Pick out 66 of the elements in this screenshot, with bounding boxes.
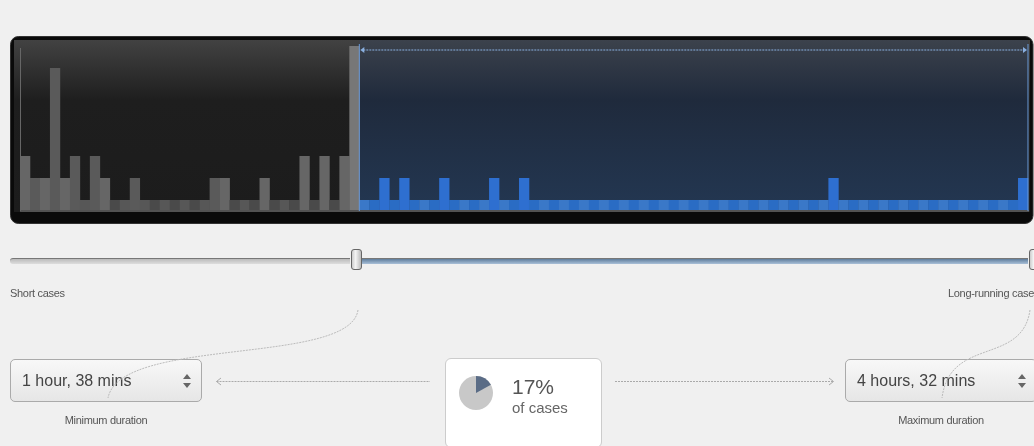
histogram-bar [998, 200, 1009, 210]
histogram-bar [948, 200, 959, 210]
histogram-bar [279, 200, 290, 210]
duration-select[interactable]: 4 hours, 32 mins [845, 359, 1034, 402]
histogram-bar [718, 200, 729, 210]
histogram-bar [778, 200, 789, 210]
histogram-bar [748, 200, 759, 210]
histogram-bar [538, 200, 550, 210]
histogram-bar [688, 200, 699, 210]
histogram-bar [179, 200, 190, 210]
histogram-bar [558, 200, 570, 210]
histogram-bar [868, 200, 879, 210]
histogram-bar [958, 200, 969, 210]
histogram-bar [888, 200, 899, 210]
histogram-bar [638, 200, 650, 210]
field-caption: Maximum duration [898, 414, 984, 426]
histogram-bar [898, 200, 909, 210]
histogram-bar [548, 200, 560, 210]
percent-caption: of cases [512, 399, 568, 417]
histogram-bar [858, 200, 869, 210]
duration-select[interactable]: 1 hour, 38 mins [10, 359, 202, 402]
histogram-bar [808, 200, 819, 210]
histogram-bar [459, 200, 470, 210]
field-caption: Minimum duration [64, 414, 148, 426]
spinner-icon [182, 372, 192, 389]
histogram-bar [768, 200, 779, 210]
histogram-bar [668, 200, 679, 210]
histogram-bar [169, 200, 180, 210]
histogram-bar [159, 200, 170, 210]
percent-value: 17% [512, 375, 556, 399]
histogram-bar [728, 200, 739, 210]
histogram-bar [968, 200, 979, 210]
histogram-bar [878, 200, 889, 210]
histogram-bar [419, 200, 430, 210]
histogram-bar [908, 200, 919, 210]
histogram-bar [189, 200, 200, 210]
histogram-bar [598, 200, 610, 210]
histogram-bar [738, 200, 749, 210]
histogram-bar [798, 200, 809, 210]
histogram-bar [149, 200, 160, 210]
histogram-bar [758, 200, 769, 210]
slider-label: Long-running case [947, 287, 1034, 299]
histogram-bar [788, 200, 799, 210]
histogram-bar [469, 200, 480, 210]
histogram-bar [678, 200, 689, 210]
histogram-bar [988, 200, 999, 210]
histogram-bar [628, 200, 640, 210]
histogram-bar [918, 200, 929, 210]
histogram-bar [848, 200, 859, 210]
histogram-bar [658, 200, 669, 210]
histogram-bar [608, 200, 620, 210]
histogram-bar [618, 200, 630, 210]
histogram-bar [588, 200, 600, 210]
histogram-bar [708, 200, 719, 210]
histogram-bar [938, 200, 949, 210]
histogram-bar [698, 200, 709, 210]
histogram-bar [239, 200, 250, 210]
slider-track[interactable] [10, 258, 351, 264]
histogram-bar [568, 200, 580, 210]
histogram-bar [578, 200, 590, 210]
slider-thumb[interactable] [351, 249, 363, 270]
slider-label: Short cases [10, 287, 65, 299]
histogram-bar [648, 200, 660, 210]
histogram-bar [928, 200, 939, 210]
histogram-bar [978, 200, 989, 210]
spinner-icon [1017, 372, 1027, 389]
